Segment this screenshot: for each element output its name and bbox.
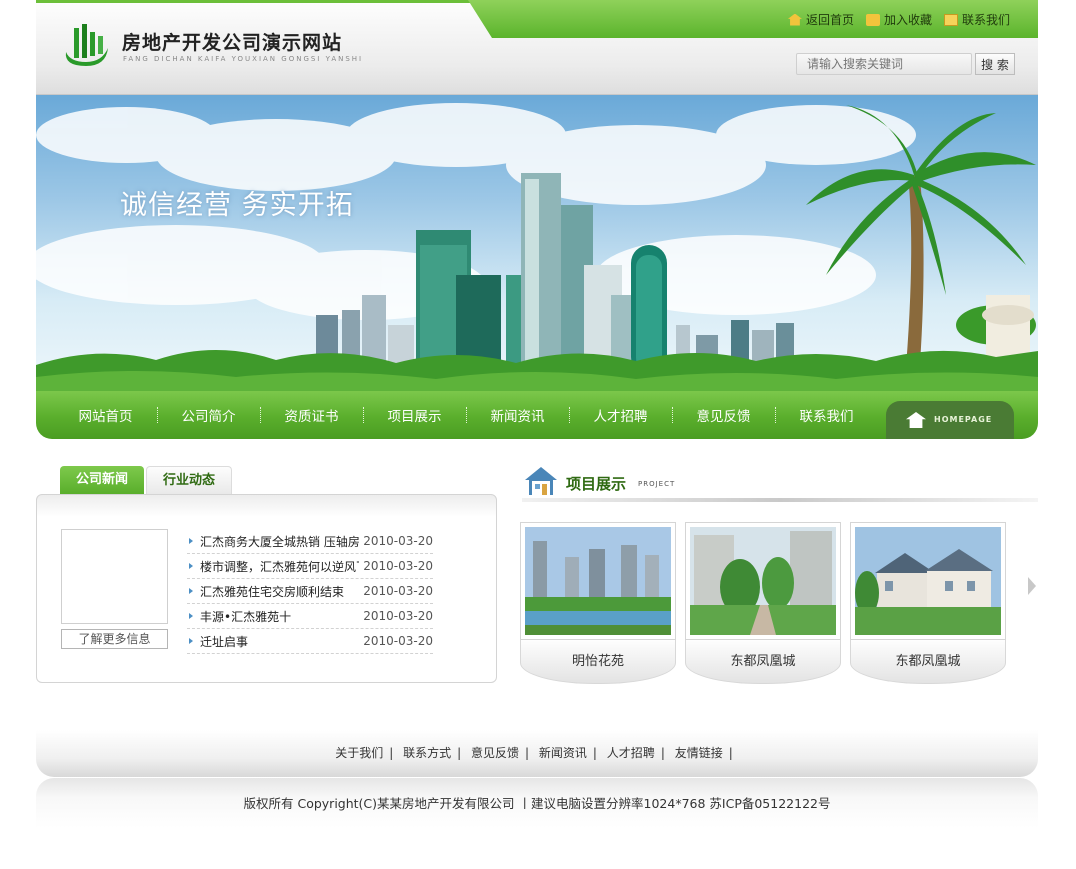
bullet-arrow-icon (189, 538, 193, 544)
house-icon (525, 467, 557, 495)
project-card[interactable]: 明怡花苑 (520, 522, 676, 684)
footer-link-jobs[interactable]: 人才招聘 (607, 746, 655, 760)
search-button[interactable]: 搜 索 (975, 53, 1015, 75)
footer-separator: | (525, 746, 530, 760)
home-icon (906, 412, 926, 428)
top-link-label: 联系我们 (961, 13, 1010, 27)
projects-header: 项目展示 PROJECT (522, 464, 1038, 504)
project-photo (690, 527, 836, 635)
footer-separator: | (389, 746, 394, 760)
news-item[interactable]: 楼市调整，汇杰雅苑何以逆风飞 2010-03-20 (187, 554, 433, 579)
footer-links: 关于我们 | 联系方式 | 意见反馈 | 新闻资讯 | 人才招聘 | 友情链接 | (36, 744, 1038, 761)
banner-illustration (36, 103, 1038, 391)
footer-link-about[interactable]: 关于我们 (335, 746, 383, 760)
bullet-arrow-icon (189, 613, 193, 619)
nav-item-jobs[interactable]: 人才招聘 (569, 405, 672, 425)
nav-item-about[interactable]: 公司简介 (157, 405, 260, 425)
project-photo (855, 527, 1001, 635)
news-title[interactable]: 丰源•汇杰雅苑十 (200, 608, 359, 625)
news-date: 2010-03-20 (363, 634, 433, 648)
nav-item-projects[interactable]: 项目展示 (363, 405, 466, 425)
homepage-tab[interactable]: HOMEPAGE (886, 401, 1014, 439)
more-info-button[interactable]: 了解更多信息 (61, 629, 168, 649)
news-title[interactable]: 楼市调整，汇杰雅苑何以逆风飞 (200, 558, 359, 575)
projects-divider (522, 498, 1038, 502)
nav-item-home[interactable]: 网站首页 (54, 405, 157, 425)
bullet-arrow-icon (189, 563, 193, 569)
news-title[interactable]: 汇杰商务大厦全城热销 压轴房 (200, 533, 359, 550)
news-item[interactable]: 丰源•汇杰雅苑十 2010-03-20 (187, 604, 433, 629)
projects-title: 项目展示 (566, 475, 627, 493)
home-icon (787, 13, 802, 26)
nav-items: 网站首页 公司简介 资质证书 项目展示 新闻资讯 人才招聘 意见反馈 联系我们 (54, 391, 878, 439)
footer-link-feedback[interactable]: 意见反馈 (471, 746, 519, 760)
footer-link-news[interactable]: 新闻资讯 (539, 746, 587, 760)
project-photo-frame (685, 522, 841, 640)
nav-item-contact[interactable]: 联系我们 (775, 405, 878, 425)
chevron-right-icon[interactable] (1028, 577, 1036, 595)
bullet-arrow-icon (189, 588, 193, 594)
copyright-text: 版权所有 Copyright(C)某某房地产开发有限公司 丨建议电脑设置分辨率1… (243, 796, 831, 811)
bookmark-icon (865, 13, 880, 26)
nav-item-feedback[interactable]: 意见反馈 (672, 405, 775, 425)
mail-icon (943, 13, 958, 26)
project-card[interactable]: 东都凤凰城 (685, 522, 841, 684)
footer-separator: | (660, 746, 665, 760)
top-links: 返回首页 加入收藏 联系我们 (787, 11, 1010, 28)
news-panel: 了解更多信息 汇杰商务大厦全城热销 压轴房 2010-03-20 楼市调整，汇杰… (36, 494, 497, 683)
top-link-label: 加入收藏 (883, 13, 932, 27)
page: 返回首页 加入收藏 联系我们 房地产开发公司演示网站 FANG DICHAN K… (36, 0, 1038, 869)
logo-icon[interactable] (62, 22, 110, 68)
news-date: 2010-03-20 (363, 534, 433, 548)
tab-industry-news[interactable]: 行业动态 (146, 466, 233, 494)
project-name[interactable]: 东都凤凰城 (685, 650, 841, 669)
news-item[interactable]: 迁址启事 2010-03-20 (187, 629, 433, 654)
projects-subtitle: PROJECT (638, 480, 676, 488)
news-item[interactable]: 汇杰雅苑住宅交房顺利结束 2010-03-20 (187, 579, 433, 604)
header: 返回首页 加入收藏 联系我们 房地产开发公司演示网站 FANG DICHAN K… (36, 0, 1038, 95)
banner-slogan: 诚信经营 务实开拓 (120, 190, 354, 221)
main-nav: 网站首页 公司简介 资质证书 项目展示 新闻资讯 人才招聘 意见反馈 联系我们 … (36, 391, 1038, 439)
news-date: 2010-03-20 (363, 584, 433, 598)
news-thumbnail (61, 529, 168, 624)
footer-link-friends[interactable]: 友情链接 (675, 746, 723, 760)
bullet-arrow-icon (189, 638, 193, 644)
news-item[interactable]: 汇杰商务大厦全城热销 压轴房 2010-03-20 (187, 529, 433, 554)
news-title[interactable]: 迁址启事 (200, 633, 359, 650)
project-photo-frame (520, 522, 676, 640)
top-link-label: 返回首页 (805, 13, 854, 27)
tab-company-news[interactable]: 公司新闻 (60, 466, 145, 494)
top-link-bookmark[interactable]: 加入收藏 (865, 11, 932, 28)
project-name[interactable]: 东都凤凰城 (850, 650, 1006, 669)
project-photo-frame (850, 522, 1006, 640)
project-photo (525, 527, 671, 635)
top-link-contact[interactable]: 联系我们 (943, 11, 1010, 28)
news-list: 汇杰商务大厦全城热销 压轴房 2010-03-20 楼市调整，汇杰雅苑何以逆风飞… (187, 529, 433, 654)
site-subtitle: FANG DICHAN KAIFA YOUXIAN GONGSI YANSHI (123, 55, 364, 63)
footer-separator: | (728, 746, 733, 760)
news-date: 2010-03-20 (363, 559, 433, 573)
search-input[interactable] (796, 53, 972, 75)
project-card[interactable]: 东都凤凰城 (850, 522, 1006, 684)
news-tabs: 公司新闻 行业动态 (60, 466, 233, 494)
nav-item-news[interactable]: 新闻资讯 (466, 405, 569, 425)
footer-link-contact[interactable]: 联系方式 (403, 746, 451, 760)
news-title[interactable]: 汇杰雅苑住宅交房顺利结束 (200, 583, 359, 600)
banner: 诚信经营 务实开拓 (36, 95, 1038, 391)
nav-item-certificates[interactable]: 资质证书 (260, 405, 363, 425)
homepage-tab-label: HOMEPAGE (934, 415, 993, 424)
footer-separator: | (457, 746, 462, 760)
project-name[interactable]: 明怡花苑 (520, 650, 676, 669)
footer-separator: | (592, 746, 597, 760)
top-link-home[interactable]: 返回首页 (787, 11, 854, 28)
site-title[interactable]: 房地产开发公司演示网站 (122, 28, 342, 55)
news-date: 2010-03-20 (363, 609, 433, 623)
